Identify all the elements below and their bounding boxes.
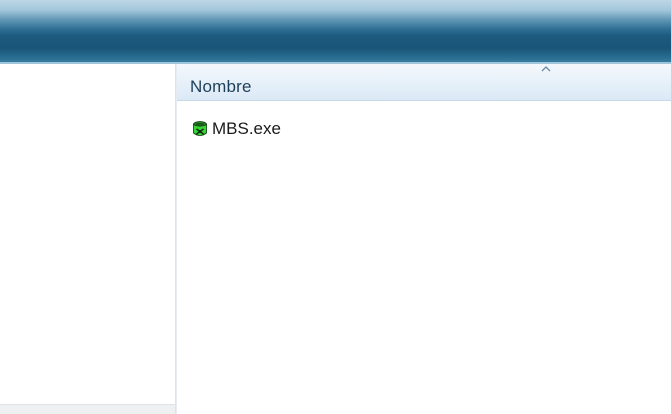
toolbar-band	[0, 0, 671, 63]
file-list-pane[interactable]: Nombre MBS.exe	[177, 64, 671, 414]
sort-ascending-icon	[541, 66, 551, 72]
column-header-label: Nombre	[190, 77, 252, 96]
navigation-pane-footer	[0, 404, 175, 414]
column-header-name[interactable]: Nombre	[177, 64, 671, 101]
explorer-window: Nombre MBS.exe	[0, 0, 671, 414]
file-item[interactable]: MBS.exe	[191, 118, 281, 140]
navigation-pane[interactable]	[0, 64, 175, 414]
file-name: MBS.exe	[212, 119, 281, 138]
green-app-icon	[193, 121, 207, 136]
